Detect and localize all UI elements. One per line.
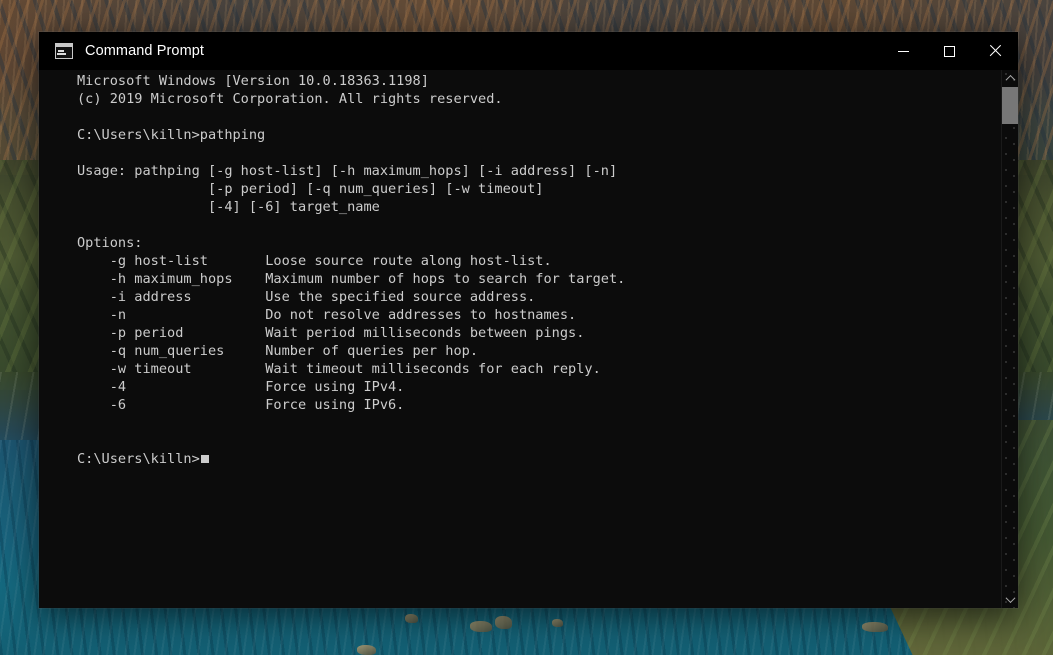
wallpaper-rock [470, 621, 492, 632]
command-prompt-window[interactable]: Command Prompt Microsoft Windows [Versio… [39, 32, 1018, 608]
window-title: Command Prompt [85, 43, 205, 59]
minimize-icon [897, 50, 909, 52]
close-button[interactable] [972, 32, 1018, 70]
terminal-line: -6 Force using IPv6. [77, 397, 405, 413]
wallpaper-rock [495, 616, 512, 629]
scroll-up-arrow[interactable] [1002, 70, 1018, 87]
terminal-line: -i address Use the specified source addr… [77, 289, 536, 305]
terminal-cursor [200, 455, 209, 463]
minimize-button[interactable] [880, 32, 926, 70]
maximize-icon [943, 45, 955, 57]
chevron-down-icon [1005, 593, 1015, 604]
console-output-text[interactable]: Microsoft Windows [Version 10.0.18363.11… [39, 70, 1001, 608]
wallpaper-rock [405, 614, 418, 623]
terminal-line: Microsoft Windows [Version 10.0.18363.11… [77, 73, 429, 89]
terminal-line: -p period Wait period milliseconds betwe… [77, 325, 585, 341]
close-icon [989, 45, 1001, 57]
terminal-line: Usage: pathping [-g host-list] [-h maxim… [77, 163, 618, 179]
terminal-line: -g host-list Loose source route along ho… [77, 253, 552, 269]
window-titlebar[interactable]: Command Prompt [39, 32, 1018, 70]
wallpaper-rock [862, 622, 888, 632]
terminal-line: -q num_queries Number of queries per hop… [77, 343, 479, 359]
maximize-button[interactable] [926, 32, 972, 70]
chevron-up-icon [1005, 74, 1015, 85]
console-scrollbar[interactable] [1001, 70, 1018, 608]
terminal-line: [-p period] [-q num_queries] [-w timeout… [77, 181, 544, 197]
terminal-prompt: C:\Users\killn> [77, 451, 200, 467]
terminal-line: C:\Users\killn>pathping [77, 127, 266, 143]
terminal-line: [-4] [-6] target_name [77, 199, 380, 215]
wallpaper-rock [552, 619, 563, 627]
wallpaper-rock [357, 645, 376, 655]
terminal-line: -4 Force using IPv4. [77, 379, 405, 395]
terminal-line: (c) 2019 Microsoft Corporation. All righ… [77, 91, 503, 107]
terminal-prompt-line[interactable]: C:\Users\killn> [77, 450, 1001, 468]
scrollbar-thumb[interactable] [1002, 87, 1018, 124]
terminal-line: -n Do not resolve addresses to hostnames… [77, 307, 577, 323]
terminal-line: -w timeout Wait timeout milliseconds for… [77, 361, 601, 377]
console-body[interactable]: Microsoft Windows [Version 10.0.18363.11… [39, 70, 1018, 608]
terminal-line: -h maximum_hops Maximum number of hops t… [77, 271, 626, 287]
console-icon [55, 43, 73, 59]
scroll-down-arrow[interactable] [1002, 591, 1018, 608]
terminal-line: Options: [77, 235, 143, 251]
scrollbar-track[interactable] [1002, 87, 1018, 591]
